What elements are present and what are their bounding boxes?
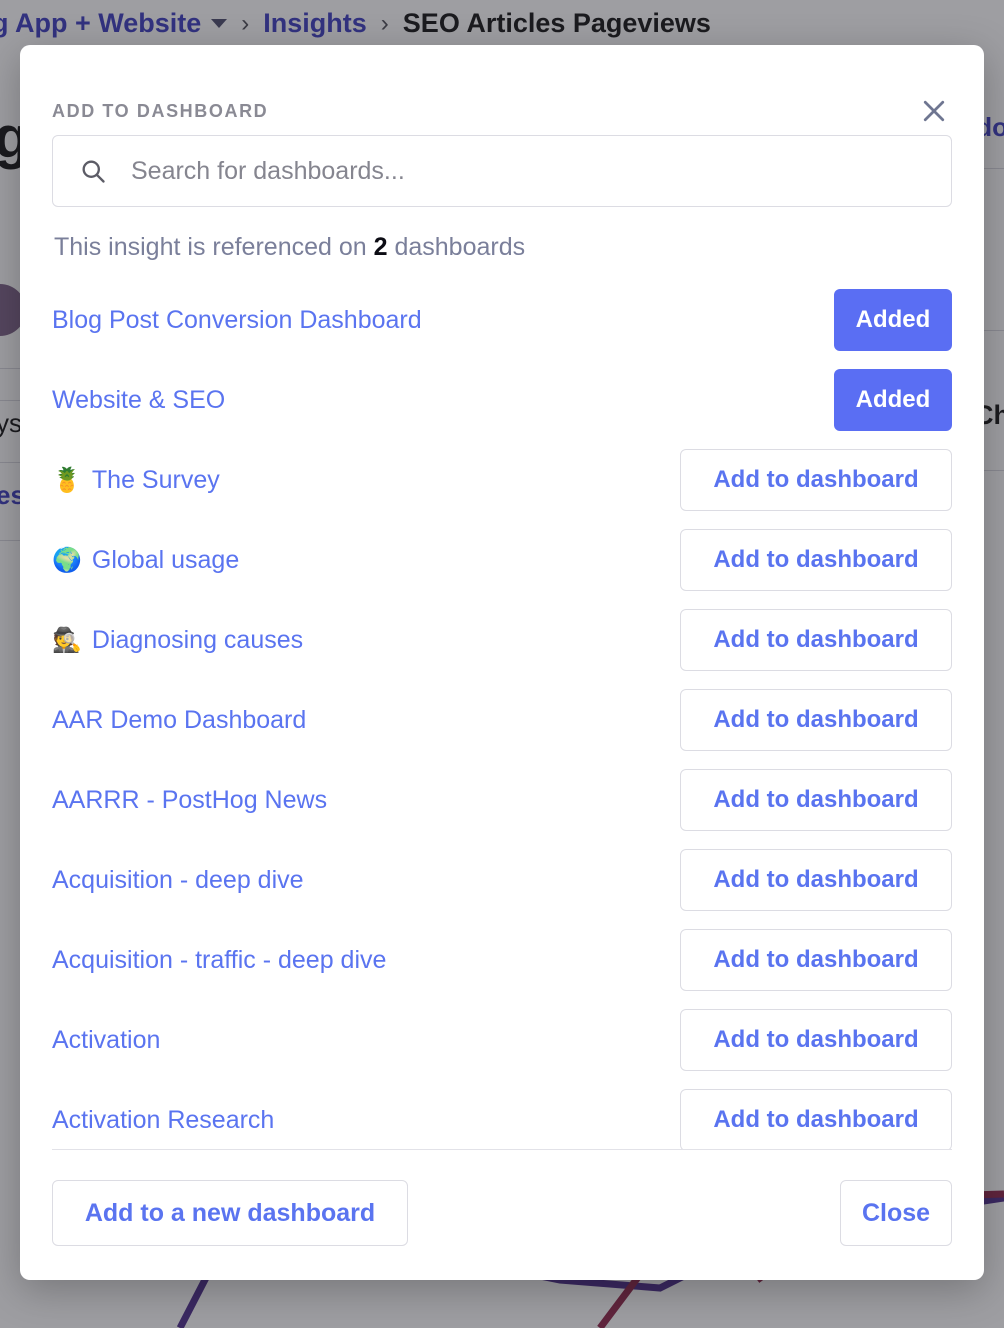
add-to-dashboard-button[interactable]: Add to dashboard <box>680 529 952 591</box>
dashboard-name-link[interactable]: Acquisition - deep dive <box>52 866 304 895</box>
dashboard-name-text: AARRR - PostHog News <box>52 786 327 815</box>
dashboard-name-link[interactable]: AARRR - PostHog News <box>52 786 327 815</box>
add-to-dashboard-button[interactable]: Add to dashboard <box>680 769 952 831</box>
dashboard-emoji-icon: 🌍 <box>52 548 82 572</box>
dashboard-name-text: Acquisition - traffic - deep dive <box>52 946 386 975</box>
dashboard-name-link[interactable]: Activation <box>52 1026 160 1055</box>
dashboard-name-text: Acquisition - deep dive <box>52 866 304 895</box>
dashboard-name-link[interactable]: AAR Demo Dashboard <box>52 706 306 735</box>
search-field[interactable] <box>52 135 952 207</box>
dashboard-name-text: Global usage <box>92 546 239 575</box>
reference-note-suffix: dashboards <box>388 233 526 261</box>
dashboard-row: Activation Add to dashboard <box>52 1000 952 1080</box>
add-to-dashboard-button[interactable]: Add to dashboard <box>680 1009 952 1071</box>
dashboard-row: Acquisition - deep dive Add to dashboard <box>52 840 952 920</box>
search-input[interactable] <box>107 136 951 206</box>
reference-note: This insight is referenced on 2 dashboar… <box>52 207 952 280</box>
add-to-dashboard-button[interactable]: Add to dashboard <box>680 609 952 671</box>
dashboard-row: 🕵️ Diagnosing causes Add to dashboard <box>52 600 952 680</box>
dashboard-emoji-icon: 🕵️ <box>52 628 82 652</box>
dashboard-name-link[interactable]: Activation Research <box>52 1106 274 1135</box>
modal-body: This insight is referenced on 2 dashboar… <box>20 135 984 1149</box>
dashboard-name-text: The Survey <box>92 466 220 495</box>
dashboard-name-text: Activation <box>52 1026 160 1055</box>
add-to-dashboard-button[interactable]: Add to dashboard <box>680 449 952 511</box>
add-to-dashboard-button[interactable]: Add to dashboard <box>680 689 952 751</box>
dashboard-row: AARRR - PostHog News Add to dashboard <box>52 760 952 840</box>
dashboard-name-text: AAR Demo Dashboard <box>52 706 306 735</box>
added-button[interactable]: Added <box>834 289 952 351</box>
dashboard-row: 🌍 Global usage Add to dashboard <box>52 520 952 600</box>
close-icon[interactable] <box>914 91 954 131</box>
add-to-dashboard-button[interactable]: Add to dashboard <box>680 929 952 991</box>
dashboard-row: 🍍 The Survey Add to dashboard <box>52 440 952 520</box>
page-root: g App + Website › Insights › SEO Article… <box>0 0 1004 1328</box>
dashboard-row: AAR Demo Dashboard Add to dashboard <box>52 680 952 760</box>
dashboard-row: Website & SEO Added <box>52 360 952 440</box>
add-to-dashboard-button[interactable]: Add to dashboard <box>680 1089 952 1149</box>
modal-footer: Add to a new dashboard Close <box>52 1149 952 1280</box>
add-to-new-dashboard-button[interactable]: Add to a new dashboard <box>52 1180 408 1246</box>
dashboard-row: Acquisition - traffic - deep dive Add to … <box>52 920 952 1000</box>
close-button[interactable]: Close <box>840 1180 952 1246</box>
dashboard-name-text: Activation Research <box>52 1106 274 1135</box>
search-icon <box>79 157 107 185</box>
add-to-dashboard-button[interactable]: Add to dashboard <box>680 849 952 911</box>
dashboard-name-link[interactable]: Website & SEO <box>52 386 225 415</box>
dashboard-name-text: Blog Post Conversion Dashboard <box>52 306 422 335</box>
dashboard-name-link[interactable]: Acquisition - traffic - deep dive <box>52 946 386 975</box>
dashboard-name-link[interactable]: 🍍 The Survey <box>52 466 220 495</box>
dashboard-row: Blog Post Conversion Dashboard Added <box>52 280 952 360</box>
dashboard-name-link[interactable]: 🕵️ Diagnosing causes <box>52 626 303 655</box>
dashboard-name-link[interactable]: 🌍 Global usage <box>52 546 239 575</box>
dashboard-name-text: Website & SEO <box>52 386 225 415</box>
added-button[interactable]: Added <box>834 369 952 431</box>
dashboard-row: Activation Research Add to dashboard <box>52 1080 952 1149</box>
dashboard-name-text: Diagnosing causes <box>92 626 303 655</box>
dashboard-emoji-icon: 🍍 <box>52 468 82 492</box>
reference-note-count: 2 <box>374 233 388 261</box>
reference-note-prefix: This insight is referenced on <box>54 233 374 261</box>
modal-title: ADD TO DASHBOARD <box>52 101 268 122</box>
dashboard-list[interactable]: Blog Post Conversion DashboardAddedWebsi… <box>52 280 952 1149</box>
dashboard-name-link[interactable]: Blog Post Conversion Dashboard <box>52 306 422 335</box>
modal-header: ADD TO DASHBOARD <box>20 45 984 135</box>
add-to-dashboard-modal: ADD TO DASHBOARD This insight <box>20 45 984 1280</box>
